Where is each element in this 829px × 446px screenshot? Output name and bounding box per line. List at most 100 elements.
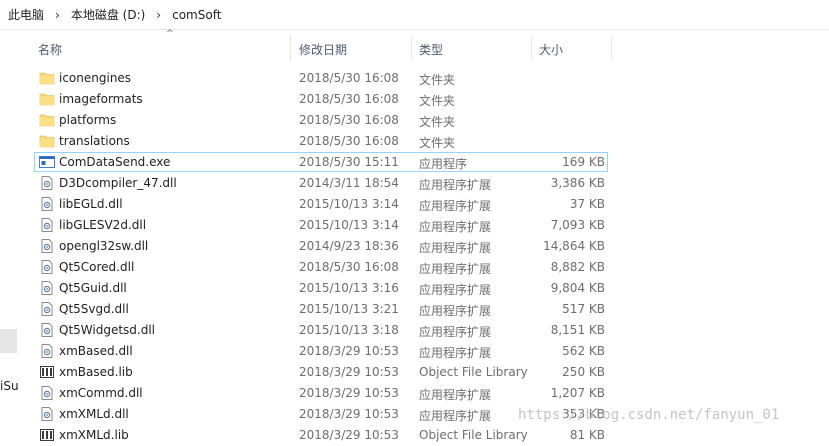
file-row[interactable]: libGLESV2d.dll 2015/10/13 3:14 应用程序扩展 7,093… — [22, 215, 829, 236]
exe-icon — [39, 154, 55, 170]
navigation-pane-partial-label[interactable]: iSu — [0, 379, 19, 393]
navigation-pane-selected-item[interactable] — [0, 329, 17, 353]
file-date: 2014/3/11 18:54 — [299, 176, 399, 190]
file-date: 2015/10/13 3:14 — [299, 197, 399, 211]
file-size: 37 KB — [569, 197, 605, 211]
dll-icon — [39, 385, 55, 401]
file-date: 2018/3/29 10:53 — [299, 365, 399, 379]
file-row[interactable]: opengl32sw.dll 2014/9/23 18:36 应用程序扩展 14,86… — [22, 236, 829, 257]
column-header-date-label: 修改日期 — [299, 43, 348, 57]
file-date: 2018/3/29 10:53 — [299, 428, 399, 442]
column-header-size-label: 大小 — [539, 43, 564, 57]
file-size: 81 KB — [569, 428, 605, 442]
file-name: opengl32sw.dll — [59, 239, 149, 253]
folder-icon — [39, 91, 55, 107]
folder-icon — [39, 133, 55, 149]
dll-icon — [39, 343, 55, 359]
column-header-name[interactable]: 名称 ^ — [30, 29, 292, 64]
file-row[interactable]: translations 2018/5/30 16:08 文件夹 — [22, 131, 829, 152]
folder-icon — [39, 70, 55, 86]
file-name: libEGLd.dll — [59, 197, 123, 211]
column-header-type[interactable]: 类型 — [411, 30, 531, 64]
dll-icon — [39, 280, 55, 296]
breadcrumb-comsoft[interactable]: comSoft — [170, 8, 223, 22]
file-row[interactable]: Qt5Guid.dll 2015/10/13 3:16 应用程序扩展 9,804 KB — [22, 278, 829, 299]
file-date: 2018/5/30 16:08 — [299, 134, 399, 148]
file-type: 应用程序扩展 — [419, 199, 492, 213]
breadcrumb-local-disk[interactable]: 本地磁盘 (D:) — [69, 6, 147, 23]
file-size: 8,151 KB — [550, 323, 605, 337]
file-date: 2015/10/13 3:16 — [299, 281, 399, 295]
file-name: xmCommd.dll — [59, 386, 143, 400]
breadcrumb-separator-icon[interactable]: › — [147, 8, 170, 22]
file-date: 2018/3/29 10:53 — [299, 344, 399, 358]
file-name: xmXMLd.dll — [59, 407, 129, 421]
file-name: imageformats — [59, 92, 143, 106]
file-size: 8,882 KB — [550, 260, 605, 274]
file-type: 应用程序扩展 — [419, 388, 492, 402]
file-name: iconengines — [59, 71, 132, 85]
file-date: 2018/5/30 16:08 — [299, 260, 399, 274]
column-header-name-label: 名称 — [38, 43, 63, 57]
lib-icon — [39, 427, 55, 443]
dll-icon — [39, 217, 55, 233]
file-row[interactable]: imageformats 2018/5/30 16:08 文件夹 — [22, 89, 829, 110]
dll-icon — [39, 406, 55, 422]
file-row[interactable]: xmBased.lib 2018/3/29 10:53 Object File Li… — [22, 362, 829, 383]
file-date: 2018/5/30 16:08 — [299, 92, 399, 106]
dll-icon — [39, 196, 55, 212]
file-type: 应用程序扩展 — [419, 220, 492, 234]
folder-icon — [39, 112, 55, 128]
file-list: iconengines 2018/5/30 16:08 文件夹 imageformat… — [22, 68, 829, 446]
file-date: 2015/10/13 3:14 — [299, 218, 399, 232]
file-size: 1,207 KB — [550, 386, 605, 400]
file-row[interactable]: Qt5Svgd.dll 2015/10/13 3:21 应用程序扩展 517 KB — [22, 299, 829, 320]
file-type: 应用程序扩展 — [419, 178, 492, 192]
column-divider[interactable] — [611, 36, 612, 60]
file-size: 7,093 KB — [550, 218, 605, 232]
breadcrumb-separator-icon[interactable]: › — [46, 8, 69, 22]
file-row[interactable]: platforms 2018/5/30 16:08 文件夹 — [22, 110, 829, 131]
file-size: 562 KB — [562, 344, 605, 358]
file-row[interactable]: iconengines 2018/5/30 16:08 文件夹 — [22, 68, 829, 89]
file-row[interactable]: libEGLd.dll 2015/10/13 3:14 应用程序扩展 37 KB — [22, 194, 829, 215]
dll-icon — [39, 301, 55, 317]
file-name: libGLESV2d.dll — [59, 218, 147, 232]
file-name: platforms — [59, 113, 117, 127]
file-type: 文件夹 — [419, 115, 456, 129]
file-name: xmXMLd.lib — [59, 428, 129, 442]
file-date: 2015/10/13 3:18 — [299, 323, 399, 337]
file-date: 2018/3/29 10:53 — [299, 386, 399, 400]
file-name: xmBased.dll — [59, 344, 133, 358]
column-header-size[interactable]: 大小 — [531, 30, 611, 64]
file-row[interactable]: D3Dcompiler_47.dll 2014/3/11 18:54 应用程序扩展 3… — [22, 173, 829, 194]
file-type: 文件夹 — [419, 136, 456, 150]
file-size: 3,386 KB — [550, 176, 605, 190]
file-name: xmBased.lib — [59, 365, 133, 379]
file-type: Object File Library — [419, 428, 528, 442]
file-date: 2014/9/23 18:36 — [299, 239, 399, 253]
file-type: 应用程序扩展 — [419, 241, 492, 255]
column-header-date[interactable]: 修改日期 — [291, 30, 411, 64]
file-date: 2018/3/29 10:53 — [299, 407, 399, 421]
file-size: 517 KB — [562, 302, 605, 316]
file-date: 2018/5/30 15:11 — [299, 155, 399, 169]
column-header-row: 名称 ^ 修改日期 类型 大小 — [22, 29, 829, 64]
file-row[interactable]: xmCommd.dll 2018/3/29 10:53 应用程序扩展 1,207 KB — [22, 383, 829, 404]
file-row[interactable]: ComDataSend.exe 2018/5/30 15:11 应用程序 169 KB — [22, 152, 829, 173]
file-type: 应用程序扩展 — [419, 409, 492, 423]
file-type: 应用程序 — [419, 157, 468, 171]
file-row[interactable]: xmBased.dll 2018/3/29 10:53 应用程序扩展 562 KB — [22, 341, 829, 362]
breadcrumb: 此电脑 › 本地磁盘 (D:) › comSoft — [0, 0, 829, 30]
file-type: 应用程序扩展 — [419, 283, 492, 297]
file-type: 应用程序扩展 — [419, 262, 492, 276]
breadcrumb-this-pc[interactable]: 此电脑 — [6, 6, 46, 23]
dll-icon — [39, 175, 55, 191]
file-size: 14,864 KB — [543, 239, 605, 253]
file-name: translations — [59, 134, 130, 148]
file-row[interactable]: Qt5Cored.dll 2018/5/30 16:08 应用程序扩展 8,882 K… — [22, 257, 829, 278]
file-name: Qt5Cored.dll — [59, 260, 135, 274]
file-type: 文件夹 — [419, 94, 456, 108]
file-row[interactable]: Qt5Widgetsd.dll 2015/10/13 3:18 应用程序扩展 8,15… — [22, 320, 829, 341]
dll-icon — [39, 238, 55, 254]
